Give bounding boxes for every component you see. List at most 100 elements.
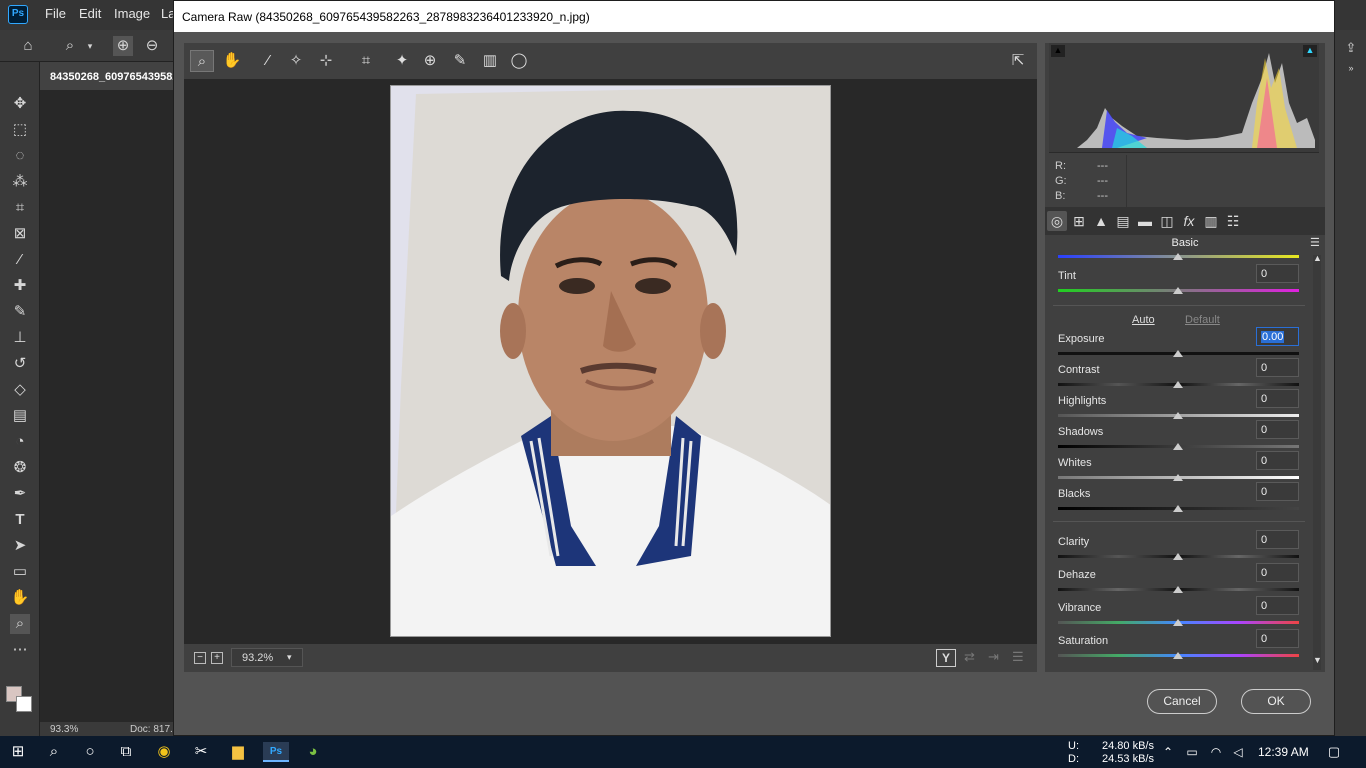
open-preferences-icon[interactable]: ⇱ [1006,50,1030,72]
toggle-default-icon[interactable]: ☰ [1012,649,1024,665]
contrast-value[interactable]: 0 [1256,358,1299,377]
pen-tool-icon[interactable]: ✒ [10,484,30,504]
before-after-toggle-icon[interactable]: Y [936,649,956,667]
task-view-icon[interactable]: ⧉ [116,742,136,762]
chevron-down-icon[interactable]: ▾ [80,36,100,56]
tab-presets-icon[interactable]: ☷ [1223,211,1243,231]
snipping-tool-icon[interactable]: ✂ [191,742,211,762]
menu-edit[interactable]: Edit [79,6,101,21]
type-tool-icon[interactable]: T [10,510,30,530]
menu-file[interactable]: File [45,6,66,21]
default-link[interactable]: Default [1185,314,1220,326]
brush-tool-icon[interactable]: ✎ [10,302,30,322]
collapse-panels-icon[interactable]: » [1341,58,1361,78]
photoshop-taskbar-icon[interactable]: Ps [263,742,289,762]
adjustment-brush-icon[interactable]: ✎ [448,50,472,72]
zoom-out-button[interactable]: − [194,652,206,664]
tab-basic-icon[interactable]: ◎ [1047,211,1067,231]
scroll-up-icon[interactable]: ▲ [1313,253,1322,263]
zoom-in-button[interactable]: + [211,652,223,664]
chrome-icon[interactable]: ◉ [154,742,174,762]
zoom-out-icon[interactable]: ⊖ [142,36,162,56]
spot-removal-icon[interactable]: ✦ [390,50,414,72]
red-eye-icon[interactable]: ⊕ [418,50,442,72]
chevron-down-icon[interactable]: ▾ [287,652,292,663]
magic-wand-icon[interactable]: ⁂ [10,172,30,192]
whites-thumb[interactable] [1173,474,1183,481]
battery-icon[interactable]: ▭ [1182,742,1202,762]
clone-stamp-icon[interactable]: ⊥ [10,328,30,348]
healing-brush-icon[interactable]: ✚ [10,276,30,296]
eraser-icon[interactable]: ◇ [10,380,30,400]
rectangle-tool-icon[interactable]: ▭ [10,562,30,582]
zoom-icon[interactable]: ⌕ [190,50,214,72]
lasso-tool-icon[interactable]: ◌ [10,146,30,166]
clarity-value[interactable]: 0 [1256,530,1299,549]
cancel-button[interactable]: Cancel [1147,689,1217,714]
search-icon[interactable]: ⌕ [44,742,64,762]
white-balance-icon[interactable]: ⁄ [256,50,280,72]
menu-image[interactable]: Image [114,6,150,21]
whites-value[interactable]: 0 [1256,451,1299,470]
ok-button[interactable]: OK [1241,689,1311,714]
scroll-down-icon[interactable]: ▼ [1313,655,1322,665]
dehaze-thumb[interactable] [1173,586,1183,593]
home-icon[interactable]: ⌂ [18,36,38,56]
zoom-tool-icon[interactable]: ⌕ [10,614,30,634]
utorrent-icon[interactable]: ◕ [303,742,323,762]
exposure-thumb[interactable] [1173,350,1183,357]
panel-menu-icon[interactable]: ☰ [1310,236,1320,249]
clock[interactable]: 12:39 AM [1258,745,1309,759]
volume-icon[interactable]: ◁ [1228,742,1248,762]
contrast-thumb[interactable] [1173,381,1183,388]
tab-lens-corrections-icon[interactable]: ◫ [1157,211,1177,231]
tab-tone-curve-icon[interactable]: ⊞ [1069,211,1089,231]
windows-start-icon[interactable]: ⊞ [8,742,28,762]
move-tool-icon[interactable]: ✥ [10,94,30,114]
path-selection-icon[interactable]: ➤ [10,536,30,556]
gradient-tool-icon[interactable]: ▤ [10,406,30,426]
document-tab[interactable]: 84350268_609765439582 [40,62,176,90]
tint-thumb[interactable] [1173,287,1183,294]
show-hidden-icons-icon[interactable]: ⌃ [1158,742,1178,762]
eyedropper-icon[interactable]: ⁄ [10,250,30,270]
vibrance-thumb[interactable] [1173,619,1183,626]
color-sampler-icon[interactable]: ✧ [284,50,308,72]
image-preview-area[interactable] [184,79,1037,644]
hand-tool-icon[interactable]: ✋ [10,588,30,608]
copy-settings-icon[interactable]: ⇥ [988,649,999,665]
zoom-tool-preset-icon[interactable]: ⌕ [60,36,80,56]
panel-scrollbar[interactable]: ▲ ▼ [1313,253,1322,670]
clarity-thumb[interactable] [1173,553,1183,560]
tab-detail-icon[interactable]: ▲ [1091,211,1111,231]
auto-link[interactable]: Auto [1132,314,1155,326]
temperature-slider-thumb[interactable] [1173,253,1183,260]
file-explorer-icon[interactable]: ▆ [228,742,248,762]
tab-hsl-icon[interactable]: ▤ [1113,211,1133,231]
tint-value[interactable]: 0 [1256,264,1299,283]
highlights-value[interactable]: 0 [1256,389,1299,408]
graduated-filter-icon[interactable]: ▥ [478,50,502,72]
history-brush-icon[interactable]: ↺ [10,354,30,374]
blacks-value[interactable]: 0 [1256,482,1299,501]
saturation-thumb[interactable] [1173,652,1183,659]
zoom-in-icon[interactable]: ⊕ [113,36,133,56]
tab-effects-icon[interactable]: fx [1179,211,1199,231]
dodge-tool-icon[interactable]: ❂ [10,458,30,478]
targeted-adjustment-icon[interactable]: ⊹ [314,50,338,72]
wifi-icon[interactable]: ◠ [1206,742,1226,762]
tab-camera-calibration-icon[interactable]: ▥ [1201,211,1221,231]
swap-before-after-icon[interactable]: ⇄ [964,649,975,665]
shadows-thumb[interactable] [1173,443,1183,450]
shadows-value[interactable]: 0 [1256,420,1299,439]
marquee-tool-icon[interactable]: ⬚ [10,120,30,140]
hand-icon[interactable]: ✋ [220,50,244,72]
zoom-level-select[interactable]: 93.2% [231,648,303,667]
notifications-icon[interactable]: ▢ [1324,742,1344,762]
saturation-value[interactable]: 0 [1256,629,1299,648]
frame-tool-icon[interactable]: ⊠ [10,224,30,244]
highlights-thumb[interactable] [1173,412,1183,419]
blacks-thumb[interactable] [1173,505,1183,512]
radial-filter-icon[interactable]: ◯ [507,50,531,72]
blur-tool-icon[interactable]: ◔ [10,432,30,452]
